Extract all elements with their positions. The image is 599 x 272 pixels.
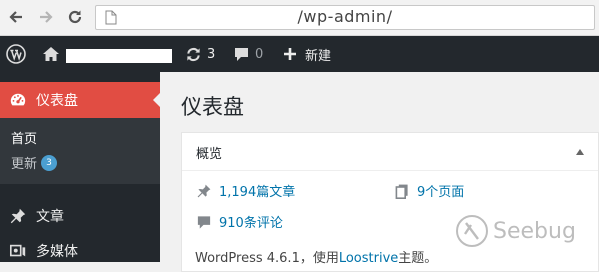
theme-link[interactable]: Loostrive [339,251,398,266]
watermark-text: Seebug [493,218,576,244]
box-title: 概览 [196,147,223,162]
comments-count: 910条评论 [219,216,283,231]
dashboard-icon [10,93,26,106]
seebug-watermark: Seebug [455,214,576,248]
updates-icon [187,47,200,61]
submenu-item-label: 更新 [11,157,38,172]
sidebar-item-posts[interactable]: 文章 [0,199,160,233]
pushpin-icon [10,208,26,224]
address-bar[interactable]: /wp-admin/ [95,5,595,30]
version-info: WordPress 4.6.1，使用Loostrive主题。 [195,247,437,266]
site-name-redacted[interactable] [66,49,172,63]
browser-toolbar: /wp-admin/ [0,0,599,36]
admin-bar: 3 0 新建 [0,36,599,72]
sidebar-item-label: 多媒体 [36,244,78,260]
media-icon [9,244,26,257]
submenu-item-home[interactable]: 首页 [11,128,37,147]
admin-sidebar: 仪表盘 首页 更新 3 文章 多媒体 [0,72,161,262]
posts-count: 1,194篇文章 [219,185,296,200]
pushpin-icon [197,184,211,197]
box-header[interactable]: 概览 [182,133,598,171]
comments-count-link[interactable]: 910条评论 [196,212,283,231]
comment-icon [197,215,211,229]
wp-logo-button[interactable] [6,36,26,72]
wordpress-logo-icon [6,44,26,64]
version-suffix: 主题。 [398,251,438,266]
updates-count: 3 [207,46,216,62]
plus-icon [284,48,296,60]
arrow-right-icon [40,11,53,23]
home-icon [43,47,59,61]
pages-count: 9个页面 [417,185,465,200]
collapse-arrow-icon[interactable] [576,149,584,155]
back-button[interactable] [5,6,27,28]
comments-count: 0 [255,46,264,62]
dashboard-submenu: 首页 更新 3 [0,118,160,184]
site-home-button[interactable] [42,36,60,72]
comments-button[interactable]: 0 [233,36,263,72]
sidebar-item-label: 仪表盘 [36,93,78,109]
submenu-item-updates[interactable]: 更新 3 [11,153,58,172]
reload-button[interactable] [64,6,86,28]
arrow-left-icon [9,11,22,23]
new-label: 新建 [305,48,332,64]
sidebar-item-label: 文章 [36,209,64,225]
new-content-button[interactable]: 新建 [283,36,331,72]
sidebar-item-dashboard[interactable]: 仪表盘 [0,82,161,118]
pages-icon [395,184,408,199]
pages-count-link[interactable]: 9个页面 [394,181,464,200]
forward-button[interactable] [35,6,57,28]
updates-button[interactable]: 3 [185,36,215,72]
sidebar-item-media[interactable]: 多媒体 [0,234,160,268]
submenu-item-label: 首页 [11,132,38,147]
posts-count-link[interactable]: 1,194篇文章 [196,181,295,200]
seebug-logo-icon [456,215,488,247]
url-text: /wp-admin/ [297,7,393,26]
page-title: 仪表盘 [181,95,244,119]
version-text: WordPress 4.6.1，使用 [195,251,339,266]
comment-icon [235,48,248,61]
reload-icon [68,10,82,24]
update-count-badge: 3 [41,154,58,171]
